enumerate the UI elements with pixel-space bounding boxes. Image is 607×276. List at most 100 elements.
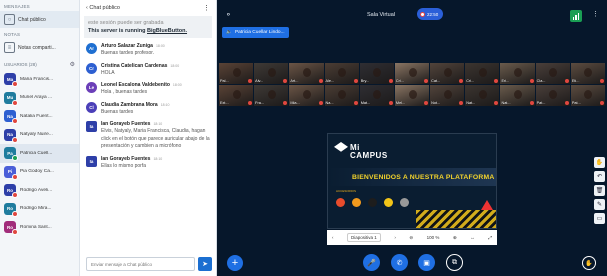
chat-icon: ○ bbox=[4, 14, 15, 25]
webcam-name: Art... bbox=[290, 79, 299, 83]
mic-status-icon bbox=[12, 192, 18, 199]
microphone-button[interactable]: 🎤 bbox=[363, 254, 380, 271]
chat-options-icon[interactable]: ⋮ bbox=[203, 4, 210, 12]
webcam-tile[interactable]: Cri... bbox=[465, 63, 500, 84]
webcam-tile[interactable]: Nat... bbox=[500, 85, 535, 106]
bbb-link[interactable]: BigBlueButton. bbox=[147, 28, 187, 34]
avatar-initials: Ro bbox=[7, 206, 13, 212]
user-list-item[interactable]: Na Natalia Fuent... bbox=[0, 107, 79, 126]
user-list-item[interactable]: Ro Rodrigo Mira... bbox=[0, 200, 79, 219]
mic-status-icon bbox=[12, 118, 18, 125]
fit-width-button[interactable]: ↔ bbox=[470, 235, 475, 240]
multiuser-icon[interactable]: ✎ bbox=[594, 199, 605, 210]
webcam-name: Cri... bbox=[395, 79, 404, 83]
settings-gear-icon[interactable]: ⚙ bbox=[70, 61, 75, 68]
webcam-name: Nat... bbox=[466, 101, 476, 105]
webcam-tile[interactable]: Bry... bbox=[359, 63, 394, 84]
webcam-tile[interactable]: Not... bbox=[430, 85, 465, 106]
webcam-button[interactable]: ▣ bbox=[418, 254, 435, 271]
audio-phone-button[interactable]: ✆ bbox=[391, 254, 408, 271]
recording-button[interactable]: 22:50 bbox=[417, 8, 443, 20]
message-text: HOLA bbox=[101, 69, 115, 76]
webcam-person bbox=[478, 90, 487, 100]
shared-notes-label: Notas comparti... bbox=[18, 44, 56, 51]
options-menu-icon[interactable]: ⋮ bbox=[592, 10, 599, 18]
slide-select[interactable]: Diapositiva 1 bbox=[347, 233, 381, 242]
user-name: Pia Godoy Ca... bbox=[20, 169, 54, 175]
webcam-tile[interactable]: Nat... bbox=[465, 85, 500, 106]
webcam-tile[interactable]: Mel... bbox=[394, 85, 430, 106]
muted-mic-icon bbox=[600, 79, 604, 83]
zoom-in-button[interactable]: ⊕ bbox=[453, 235, 457, 241]
muted-mic-icon bbox=[248, 101, 253, 105]
webcam-tile[interactable]: Mia... bbox=[289, 85, 324, 106]
user-list-item[interactable]: Pa Patricia Cuell... bbox=[0, 144, 79, 163]
webcam-person bbox=[338, 68, 347, 78]
webcam-tile[interactable]: Mat... bbox=[359, 85, 394, 106]
system-message: este sesión puede ser grabada This serve… bbox=[84, 16, 212, 38]
screen-share-button[interactable]: ⧉ bbox=[446, 254, 463, 271]
record-icon bbox=[420, 11, 425, 17]
shared-notes-item[interactable]: ≡ Notas comparti... bbox=[0, 39, 79, 56]
user-list-item[interactable]: Ma Maria Francis... bbox=[0, 70, 79, 89]
message-author: Claudia Zambrana Mora bbox=[101, 101, 158, 108]
chat-message-input[interactable] bbox=[86, 257, 195, 271]
message-avatar-initials: Ar bbox=[88, 46, 94, 51]
connection-status-icon[interactable] bbox=[570, 10, 582, 22]
webcam-tile[interactable]: Pat... bbox=[570, 85, 605, 106]
actions-plus-button[interactable]: + bbox=[227, 255, 243, 271]
raise-hand-button[interactable]: ✋ bbox=[582, 256, 596, 270]
send-button[interactable]: ➤ bbox=[198, 257, 212, 271]
webcam-tile[interactable]: Alv... bbox=[254, 63, 289, 84]
webcam-tile[interactable]: Art... bbox=[289, 63, 324, 84]
talking-name: Patricia Cuellar Lindo... bbox=[234, 30, 285, 35]
screen-share-icon: ⧉ bbox=[452, 258, 457, 266]
minimize-presentation-icon[interactable]: ▭ bbox=[594, 213, 605, 224]
message-avatar: Cl bbox=[86, 101, 97, 113]
webcam-tile[interactable]: Pat... bbox=[535, 85, 570, 106]
user-name: Maria Francis... bbox=[20, 76, 54, 82]
users-toggle-icon[interactable]: ⚬ bbox=[225, 10, 232, 19]
webcam-tile[interactable]: Cri... bbox=[394, 63, 430, 84]
prev-slide-button[interactable]: ‹ bbox=[332, 235, 334, 240]
firefox-icon bbox=[352, 198, 361, 207]
user-list-item[interactable]: Ro Romina Sant... bbox=[0, 218, 79, 237]
webcam-tile[interactable]: Ext... bbox=[219, 85, 254, 106]
webcam-person bbox=[549, 90, 558, 100]
message-avatar: Ia bbox=[86, 121, 97, 132]
user-list-item[interactable]: Na Natyaly Nuire... bbox=[0, 126, 79, 145]
next-slide-button[interactable]: › bbox=[394, 235, 396, 240]
microphone-icon: 🎤 bbox=[367, 259, 376, 267]
webcam-tile[interactable]: Cla... bbox=[535, 63, 570, 84]
users-heading: USUARIOS (28) bbox=[4, 62, 37, 67]
chat-back-button[interactable]: ‹ Chat público bbox=[86, 5, 120, 11]
webcam-tile[interactable]: Cat... bbox=[430, 63, 465, 84]
public-chat-item[interactable]: ○ Chat público bbox=[0, 11, 79, 28]
zoom-out-button[interactable]: ⊖ bbox=[409, 235, 413, 241]
webcam-tile[interactable]: Eti... bbox=[570, 63, 605, 84]
webcam-grid: Pal... Alv... Art... Ale... Bry... Cri... Cat.… bbox=[219, 63, 605, 106]
webcam-tile[interactable]: Fra... bbox=[254, 85, 289, 106]
webcam-tile[interactable]: Na... bbox=[324, 85, 359, 106]
undo-icon[interactable]: ↶ bbox=[594, 171, 605, 182]
user-list-item[interactable]: Pi Pia Godoy Ca... bbox=[0, 163, 79, 182]
fullscreen-button[interactable]: ⤢ bbox=[488, 235, 492, 240]
muted-mic-icon bbox=[494, 79, 499, 83]
webcam-tile[interactable]: Ale... bbox=[324, 63, 359, 84]
avatar: Ro bbox=[4, 202, 18, 217]
hand-tool-icon[interactable]: ✋ bbox=[594, 157, 605, 168]
slide-welcome: BIENVENIDOS A NUESTRA PLATAFORMA bbox=[352, 174, 495, 181]
user-sidebar: MENSAJES ○ Chat público NOTAS ≡ Notas co… bbox=[0, 0, 80, 276]
webcam-person bbox=[232, 90, 241, 100]
talking-indicator[interactable]: 🔈 Patricia Cuellar Lindo... bbox=[222, 27, 289, 38]
muted-mic-icon bbox=[529, 79, 534, 83]
webcam-tile[interactable]: Pal... bbox=[219, 63, 254, 84]
messages-heading: MENSAJES bbox=[4, 4, 30, 9]
user-list-item[interactable]: Ro Rodrigo Aveli... bbox=[0, 181, 79, 200]
user-list-item[interactable]: Mu Muriel Araya ... bbox=[0, 89, 79, 108]
webcam-tile[interactable]: Eri... bbox=[500, 63, 535, 84]
muted-mic-icon bbox=[600, 101, 604, 105]
muted-mic-icon bbox=[388, 79, 393, 83]
delete-icon[interactable]: 🗑 bbox=[594, 185, 605, 196]
cable-icon bbox=[400, 198, 409, 207]
